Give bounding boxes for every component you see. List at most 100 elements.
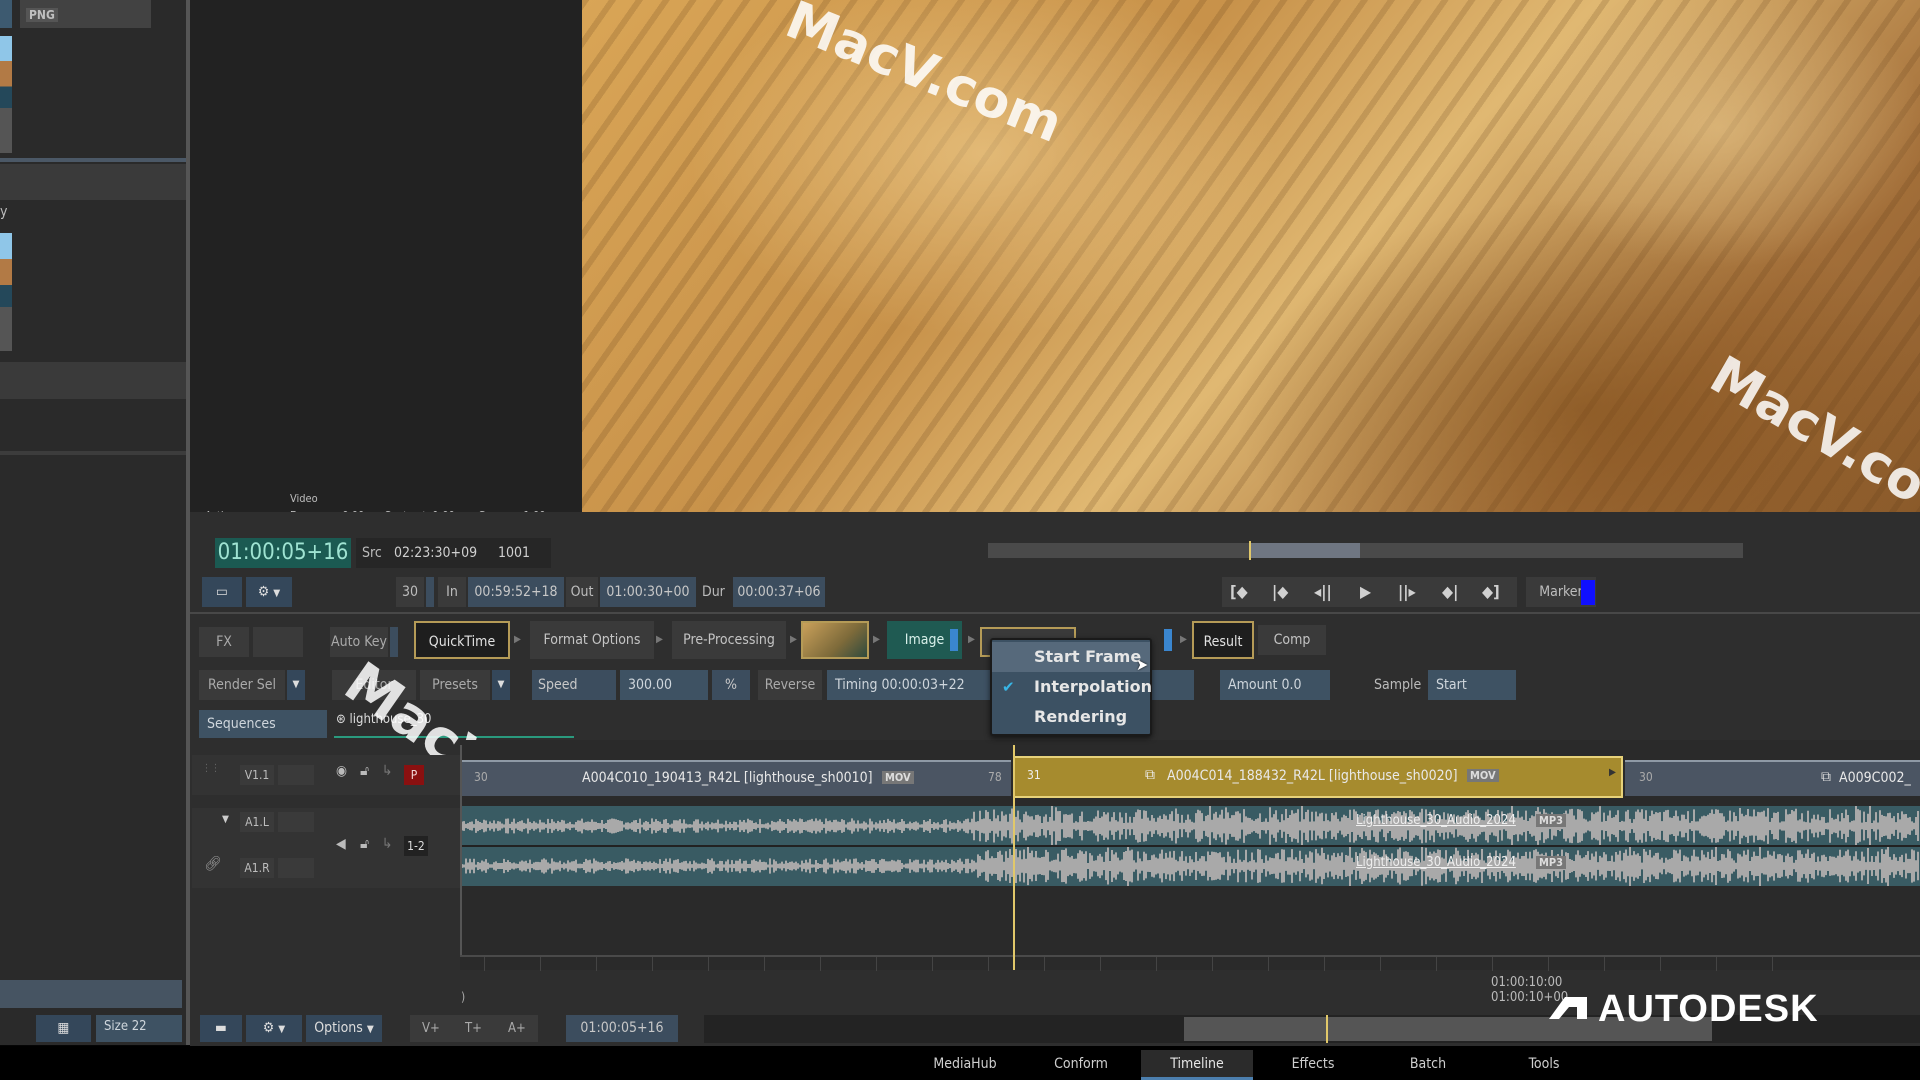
library-thumbnail[interactable] <box>0 233 12 307</box>
options-button[interactable]: Options ▼ <box>306 1015 382 1042</box>
viewer-mode-button[interactable]: ▭ <box>202 577 242 607</box>
play-button[interactable]: ▶ <box>1360 582 1371 601</box>
marker-label: Marker <box>1539 584 1583 600</box>
expand-triangle-icon[interactable]: ▼ <box>222 814 229 825</box>
node-format-options[interactable]: Format Options <box>530 621 654 659</box>
timing-field[interactable]: Timing 00:00:03+22 <box>827 670 995 700</box>
timeline-settings-button[interactable]: ⚙ ▼ <box>246 1015 302 1042</box>
primary-track-button[interactable]: P <box>404 765 424 785</box>
tab-mediahub[interactable]: MediaHub <box>910 1050 1020 1080</box>
viewer-scrubber[interactable] <box>988 541 1743 560</box>
previous-edit-button[interactable]: |◆ <box>1272 582 1288 601</box>
library-thumb-footer <box>0 307 12 351</box>
library-path-field[interactable] <box>0 980 182 1008</box>
timeline-ruler[interactable] <box>460 955 1920 957</box>
video-clip[interactable]: 30 ⧉ A009C002_ <box>1625 760 1920 796</box>
viewer-channel: Video <box>290 492 318 505</box>
speaker-icon[interactable]: ◀ <box>336 836 346 852</box>
viewer-empty-area <box>190 0 582 512</box>
tab-effects[interactable]: Effects <box>1257 1050 1369 1080</box>
viewer-image[interactable] <box>582 0 1920 512</box>
speed-field[interactable]: 300.00 <box>620 670 708 700</box>
out-timecode[interactable]: 01:00:30+00 <box>600 577 696 607</box>
timeline-timecode[interactable]: 01:00:05+16 <box>566 1015 678 1042</box>
menu-item-start-frame[interactable]: Start Frame <box>992 642 1150 672</box>
audio-patch-button[interactable]: 1-2 <box>404 836 428 856</box>
scrubber-range[interactable] <box>1250 543 1360 558</box>
fps-field[interactable]: 30 <box>396 577 424 607</box>
tab-tools[interactable]: Tools <box>1488 1050 1600 1080</box>
clip-format-tag: MOV <box>882 771 914 784</box>
step-back-button[interactable]: ◂|| <box>1314 582 1332 601</box>
library-row[interactable] <box>0 362 186 399</box>
lock-icon[interactable]: 🔓︎ <box>360 763 369 779</box>
menu-item-label: Interpolation <box>1034 677 1152 696</box>
layout-button[interactable]: ▬ <box>200 1015 242 1042</box>
in-timecode[interactable]: 00:59:52+18 <box>468 577 564 607</box>
audio-track-header: ▼ A1.L ◀ 🔓︎ ↳ 1-2 🔗︎ A1.R <box>192 808 460 888</box>
sequences-button[interactable]: Sequences <box>199 710 327 738</box>
ruler-tick <box>540 957 541 971</box>
node-comp[interactable]: Comp <box>1258 625 1326 655</box>
next-edit-button[interactable]: ◆| <box>1442 582 1458 601</box>
dur-timecode[interactable]: 00:00:37+06 <box>733 577 825 607</box>
clip-thumbnail-node[interactable] <box>801 621 869 659</box>
node-result[interactable]: Result <box>1192 621 1254 659</box>
auto-key-button[interactable]: Auto Key <box>330 627 388 657</box>
render-selection-button[interactable]: Render Sel <box>199 670 285 700</box>
ruler-tick <box>484 957 485 971</box>
scrubber-playhead[interactable] <box>1249 541 1251 560</box>
go-to-in-button[interactable]: [◆ <box>1230 582 1248 601</box>
chevron-down-icon: ▼ <box>366 1024 374 1035</box>
add-audio-track-button[interactable]: A+ <box>508 1015 526 1042</box>
track-name[interactable]: A1.R <box>240 858 274 878</box>
node-pre-processing[interactable]: Pre-Processing <box>672 621 786 659</box>
settings-button[interactable]: ⚙ ▼ <box>246 577 292 607</box>
tab-conform[interactable]: Conform <box>1025 1050 1137 1080</box>
separator <box>190 612 1920 614</box>
library-thumbnail[interactable] <box>0 36 12 108</box>
video-clip-selected[interactable]: 31 ⧉ A004C014_188432_R42L [lighthouse_sh… <box>1013 756 1623 798</box>
ruler-tick <box>876 957 877 971</box>
track-name-field[interactable] <box>278 858 314 878</box>
mode-field[interactable] <box>1152 670 1194 700</box>
lock-icon[interactable]: 🔓︎ <box>360 836 369 852</box>
step-forward-button[interactable]: ||▸ <box>1398 582 1416 601</box>
tab-timeline[interactable]: Timeline <box>1141 1050 1253 1080</box>
trim-handle-icon[interactable]: ▶ <box>1609 767 1616 778</box>
track-name[interactable]: V1.1 <box>240 765 274 785</box>
curve-button[interactable] <box>253 627 303 657</box>
sample-field[interactable]: Start <box>1428 670 1516 700</box>
add-text-track-button[interactable]: T+ <box>465 1015 482 1042</box>
track-name-field[interactable] <box>278 765 314 785</box>
node-arrow: ▶ <box>968 634 975 645</box>
amount-field[interactable]: Amount 0.0 <box>1220 670 1330 700</box>
current-timecode[interactable]: 01:00:05+16 <box>215 538 351 568</box>
fx-button[interactable]: FX <box>199 627 249 657</box>
drag-handle-icon[interactable]: ⋮⋮ <box>202 763 220 774</box>
reverse-button[interactable]: Reverse <box>758 670 822 700</box>
library-row[interactable] <box>0 164 186 200</box>
video-clip[interactable]: 30 A004C010_190413_R42L [lighthouse_sh00… <box>462 760 1011 796</box>
menu-item-rendering[interactable]: Rendering <box>992 702 1150 732</box>
render-selection-dropdown[interactable]: ▼ <box>287 670 305 700</box>
menu-item-interpolation[interactable]: ✔ Interpolation <box>992 672 1152 702</box>
library-thumbnail[interactable] <box>0 0 12 28</box>
transport-controls: [◆ |◆ ◂|| ▶ ||▸ ◆| ◆] <box>1222 577 1517 607</box>
tab-batch[interactable]: Batch <box>1372 1050 1484 1080</box>
marker-color-swatch[interactable] <box>1581 580 1595 605</box>
eye-icon[interactable]: ◉ <box>336 763 347 779</box>
speed-unit: % <box>712 670 750 700</box>
link-icon[interactable]: 🔗︎ <box>204 856 222 872</box>
autodesk-logo <box>1547 993 1589 1027</box>
presets-dropdown[interactable]: ▼ <box>492 670 510 700</box>
timeline-playhead[interactable] <box>1013 745 1015 970</box>
node-output-indicator <box>1164 629 1172 651</box>
add-video-track-button[interactable]: V+ <box>422 1015 440 1042</box>
grid-view-button[interactable]: ▦ <box>36 1015 91 1042</box>
track-name-field[interactable] <box>278 812 314 832</box>
go-to-out-button[interactable]: ◆] <box>1482 582 1500 601</box>
thumbnail-size-slider[interactable]: Size 22 <box>96 1015 182 1042</box>
track-name[interactable]: A1.L <box>240 812 274 832</box>
node-quicktime[interactable]: QuickTime <box>414 621 510 659</box>
